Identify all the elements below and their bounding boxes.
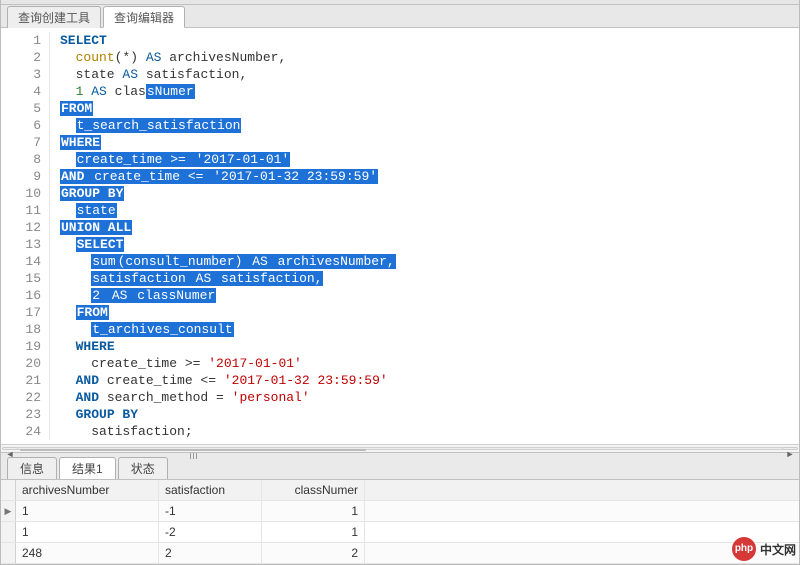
column-header[interactable]: classNumer xyxy=(262,480,365,500)
line-number: 18 xyxy=(1,321,41,338)
scroll-track[interactable] xyxy=(17,447,783,450)
code-line[interactable]: SELECT xyxy=(60,32,396,49)
result-tabs: 信息 结果1 状态 xyxy=(1,452,799,480)
tab-status[interactable]: 状态 xyxy=(118,457,168,479)
grid-header: archivesNumbersatisfactionclassNumer xyxy=(1,480,799,501)
editor-tabs: 查询创建工具 查询编辑器 xyxy=(1,5,799,28)
code-line[interactable]: UNION ALL xyxy=(60,219,396,236)
editor-horizontal-scrollbar[interactable]: ◄ ► xyxy=(1,444,799,452)
cell[interactable]: 1 xyxy=(16,522,159,542)
tab-query-editor[interactable]: 查询编辑器 xyxy=(103,6,185,28)
scroll-right-icon[interactable]: ► xyxy=(782,447,798,450)
code-area[interactable]: SELECT count(*) AS archivesNumber, state… xyxy=(50,32,396,440)
line-number: 21 xyxy=(1,372,41,389)
table-row[interactable]: 24822 xyxy=(1,543,799,564)
code-line[interactable]: create_time >= '2017-01-01' xyxy=(60,355,396,372)
row-handle[interactable] xyxy=(1,522,16,542)
code-line[interactable]: GROUP BY xyxy=(60,185,396,202)
tab-result-1[interactable]: 结果1 xyxy=(59,457,116,479)
scroll-left-icon[interactable]: ◄ xyxy=(2,447,18,450)
scroll-thumb[interactable] xyxy=(20,449,366,451)
row-handle[interactable] xyxy=(1,543,16,563)
line-number: 7 xyxy=(1,134,41,151)
line-number: 16 xyxy=(1,287,41,304)
line-number: 22 xyxy=(1,389,41,406)
code-line[interactable]: SELECT xyxy=(60,236,396,253)
code-line[interactable]: FROM xyxy=(60,100,396,117)
line-number: 11 xyxy=(1,202,41,219)
cell[interactable]: 1 xyxy=(16,501,159,521)
cell[interactable]: 248 xyxy=(16,543,159,563)
code-line[interactable]: sum(consult_number) AS archivesNumber, xyxy=(60,253,396,270)
line-number: 12 xyxy=(1,219,41,236)
line-number: 14 xyxy=(1,253,41,270)
line-number: 8 xyxy=(1,151,41,168)
cell[interactable]: 1 xyxy=(262,501,365,521)
line-number: 9 xyxy=(1,168,41,185)
code-line[interactable]: WHERE xyxy=(60,338,396,355)
line-number: 13 xyxy=(1,236,41,253)
line-number: 2 xyxy=(1,49,41,66)
tab-label: 结果1 xyxy=(72,462,103,476)
cell[interactable]: 2 xyxy=(159,543,262,563)
row-handle xyxy=(1,480,16,500)
code-line[interactable]: t_search_satisfaction xyxy=(60,117,396,134)
table-row[interactable]: 1-21 xyxy=(1,522,799,543)
line-number: 15 xyxy=(1,270,41,287)
line-number: 5 xyxy=(1,100,41,117)
code-line[interactable]: 1 AS classNumer xyxy=(60,83,396,100)
code-line[interactable]: satisfaction; xyxy=(60,423,396,440)
code-line[interactable]: AND create_time <= '2017-01-32 23:59:59' xyxy=(60,372,396,389)
tab-label: 信息 xyxy=(20,462,44,476)
brand-watermark: php 中文网 xyxy=(732,537,796,561)
line-number: 1 xyxy=(1,32,41,49)
code-line[interactable]: AND create_time <= '2017-01-32 23:59:59' xyxy=(60,168,396,185)
cell[interactable]: -1 xyxy=(159,501,262,521)
line-number: 10 xyxy=(1,185,41,202)
code-line[interactable]: count(*) AS archivesNumber, xyxy=(60,49,396,66)
code-line[interactable]: 2 AS classNumer xyxy=(60,287,396,304)
column-header[interactable]: archivesNumber xyxy=(16,480,159,500)
code-line[interactable]: WHERE xyxy=(60,134,396,151)
tab-messages[interactable]: 信息 xyxy=(7,457,57,479)
code-line[interactable]: satisfaction AS satisfaction, xyxy=(60,270,396,287)
line-number: 6 xyxy=(1,117,41,134)
sql-editor[interactable]: 123456789101112131415161718192021222324 … xyxy=(1,28,799,444)
code-line[interactable]: state xyxy=(60,202,396,219)
line-number: 24 xyxy=(1,423,41,440)
code-line[interactable]: t_archives_consult xyxy=(60,321,396,338)
tab-label: 查询创建工具 xyxy=(18,11,90,25)
line-gutter: 123456789101112131415161718192021222324 xyxy=(1,32,50,440)
code-line[interactable]: AND search_method = 'personal' xyxy=(60,389,396,406)
line-number: 20 xyxy=(1,355,41,372)
table-row[interactable]: ▶1-11 xyxy=(1,501,799,522)
tab-label: 查询编辑器 xyxy=(114,11,174,25)
code-line[interactable]: state AS satisfaction, xyxy=(60,66,396,83)
brand-label: 中文网 xyxy=(760,541,796,558)
app-window: 查询创建工具 查询编辑器 123456789101112131415161718… xyxy=(0,0,800,565)
current-row-indicator-icon[interactable]: ▶ xyxy=(1,501,16,521)
cell[interactable]: 2 xyxy=(262,543,365,563)
result-grid[interactable]: archivesNumbersatisfactionclassNumer▶1-1… xyxy=(1,480,799,564)
line-number: 23 xyxy=(1,406,41,423)
line-number: 3 xyxy=(1,66,41,83)
brand-icon: php xyxy=(732,537,756,561)
code-line[interactable]: GROUP BY xyxy=(60,406,396,423)
column-header[interactable]: satisfaction xyxy=(159,480,262,500)
line-number: 17 xyxy=(1,304,41,321)
tab-label: 状态 xyxy=(131,462,155,476)
tab-query-builder[interactable]: 查询创建工具 xyxy=(7,6,101,28)
code-line[interactable]: FROM xyxy=(60,304,396,321)
line-number: 4 xyxy=(1,83,41,100)
cell[interactable]: 1 xyxy=(262,522,365,542)
cell[interactable]: -2 xyxy=(159,522,262,542)
code-line[interactable]: create_time >= '2017-01-01' xyxy=(60,151,396,168)
line-number: 19 xyxy=(1,338,41,355)
